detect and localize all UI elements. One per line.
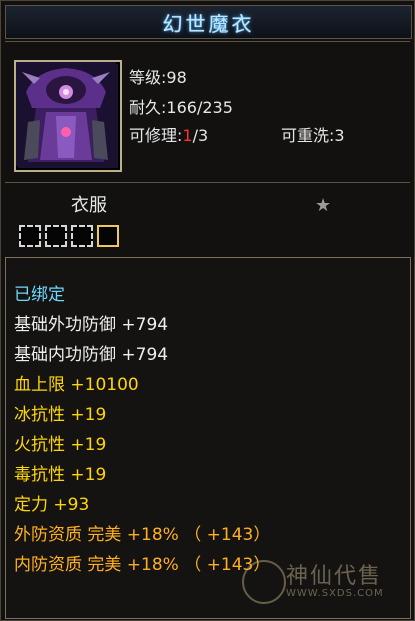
level-label: 等级 [129, 68, 162, 87]
durability-label: 耐久 [129, 98, 162, 117]
attribute-line: 基础外功防御 +794 [14, 315, 169, 335]
attribute-list: 已绑定 基础外功防御 +794 基础内功防御 +794 血上限 +10100 冰… [5, 257, 411, 619]
star-icon[interactable]: ★ [315, 195, 331, 216]
repair-current: 1 [182, 126, 193, 145]
gem-slot-1[interactable] [19, 225, 41, 247]
rewash-value: :3 [329, 126, 345, 145]
gem-slot-2[interactable] [45, 225, 67, 247]
item-name: 幻世魔衣 [162, 11, 255, 36]
watermark-url: WWW.SXDS.COM [286, 588, 384, 599]
gem-slot-4[interactable] [97, 225, 119, 247]
repair-total: /3 [192, 126, 209, 145]
mascot-logo-icon [242, 560, 286, 604]
level-stat: 等级:98 [129, 64, 187, 88]
item-tooltip-panel: 幻世魔衣 等级:98 耐久:166/235 可修理:1/3 可重洗:3 衣服 ★… [0, 0, 415, 621]
attribute-line: 定力 +93 [14, 495, 90, 515]
attribute-line: 毒抗性 +19 [14, 465, 107, 485]
attribute-line: 外防资质 完美 +18% （ +143） [14, 525, 271, 545]
item-category-section: 衣服 ★ [5, 182, 410, 255]
durability-stat: 耐久:166/235 [129, 94, 233, 118]
attribute-line: 基础内功防御 +794 [14, 345, 169, 365]
armor-icon [16, 62, 116, 166]
durability-value: :166/235 [161, 98, 233, 117]
gem-slot-3[interactable] [71, 225, 93, 247]
rewash-stat: 可重洗:3 [281, 122, 345, 146]
bound-status: 已绑定 [14, 285, 65, 305]
repair-stat: 可修理:1/3 [129, 122, 208, 146]
attribute-line: 火抗性 +19 [14, 435, 107, 455]
level-value: :98 [161, 68, 187, 87]
attribute-line: 内防资质 完美 +18% （ +143） [14, 555, 271, 575]
title-bar: 幻世魔衣 [5, 5, 412, 39]
watermark-brand: 神仙代售 [286, 564, 383, 589]
attribute-line: 冰抗性 +19 [14, 405, 107, 425]
repair-label: 可修理 [129, 126, 178, 145]
item-summary: 等级:98 耐久:166/235 可修理:1/3 可重洗:3 [5, 41, 410, 182]
rewash-label: 可重洗 [281, 126, 330, 145]
watermark: 神仙代售 WWW.SXDS.COM [242, 558, 402, 610]
attribute-line: 血上限 +10100 [14, 375, 139, 395]
gem-slots [19, 225, 119, 247]
item-portrait-image [14, 60, 122, 172]
item-category: 衣服 [71, 195, 107, 216]
